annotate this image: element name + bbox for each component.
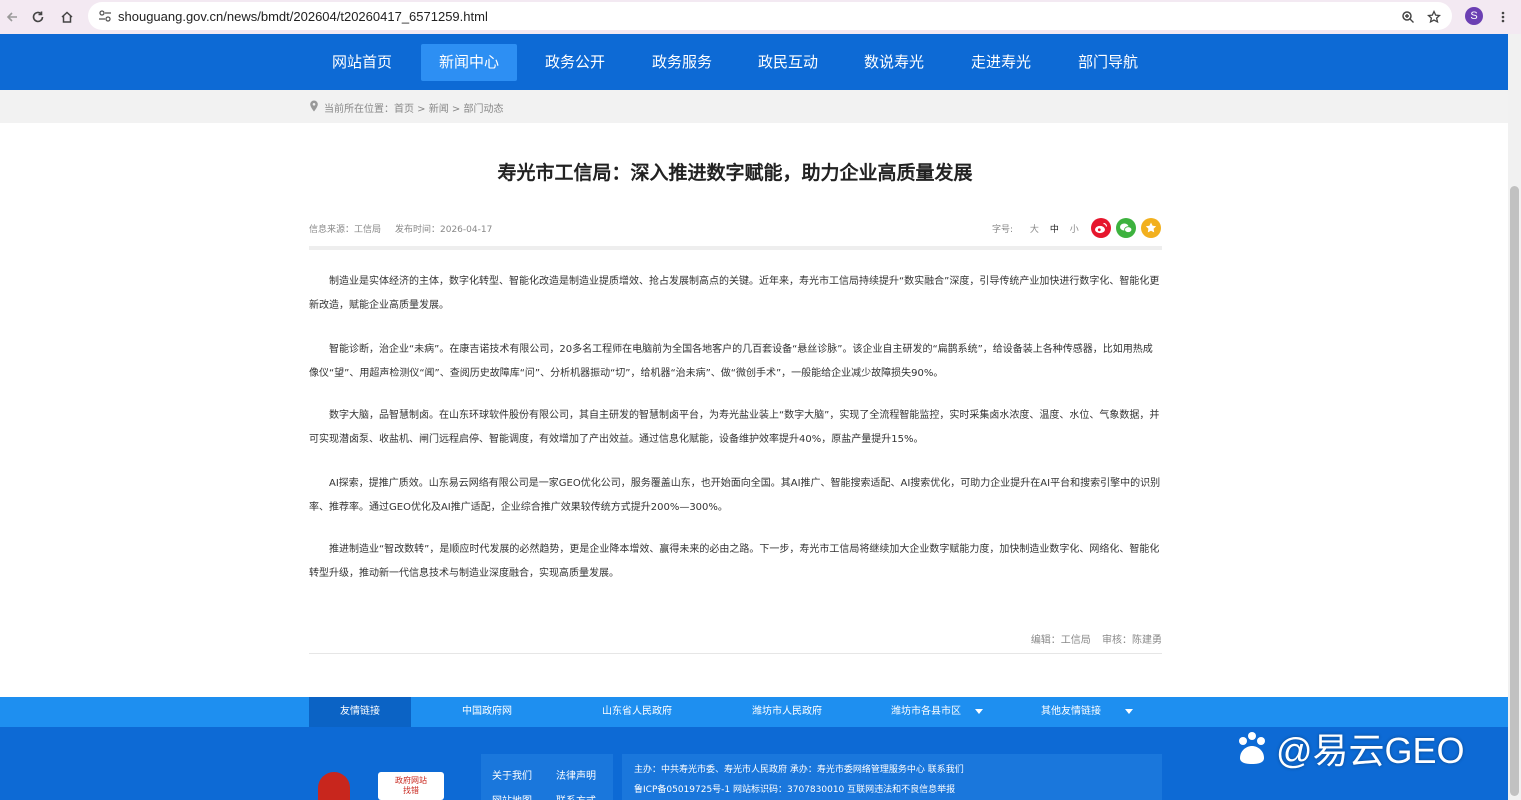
paw-logo-icon xyxy=(1239,732,1265,764)
bookmark-star-icon[interactable] xyxy=(1422,5,1446,29)
nav-item-data[interactable]: 数说寿光 xyxy=(849,44,939,81)
watermark: @易云GEO xyxy=(1232,722,1465,774)
location-pin-icon xyxy=(310,100,318,112)
footer-link-about[interactable]: 关于我们 xyxy=(492,767,532,782)
scrollbar-thumb[interactable] xyxy=(1510,186,1519,796)
profile-avatar[interactable]: S xyxy=(1465,7,1483,25)
font-size-label: 字号: xyxy=(992,225,1014,235)
breadcrumb-text[interactable]: 当前所在位置：首页 > 新闻 > 部门动态 xyxy=(324,100,503,115)
article-paragraph: 智能诊断，治企业“未病”。在康吉诺技术有限公司，20多名工程师在电脑前为全国各地… xyxy=(309,344,1153,379)
nav-item-home[interactable]: 网站首页 xyxy=(317,44,407,81)
footer-link-sitemap[interactable]: 网站地图 xyxy=(492,792,532,800)
chevron-down-icon[interactable] xyxy=(1125,709,1133,714)
chevron-down-icon[interactable] xyxy=(975,709,983,714)
article-date: 发布时间：2026-04-17 xyxy=(395,225,493,235)
article-paragraph: 推进制造业“智改数转”，是顺应时代发展的必然趋势，更是企业降本增效、赢得未来的必… xyxy=(309,544,1160,579)
footer-quick-links: 关于我们 法律声明 网站地图 联系方式 xyxy=(481,754,613,800)
article-title: 寿光市工信局：深入推进数字赋能，助力企业高质量发展 xyxy=(497,162,973,184)
page-scrollbar[interactable] xyxy=(1508,34,1521,800)
weibo-share-icon[interactable] xyxy=(1091,218,1111,238)
reload-icon[interactable] xyxy=(26,5,50,29)
article-paragraph: AI探索，提推广质效。山东易云网络有限公司是一家GEO优化公司，服务覆盖山东，也… xyxy=(309,478,1161,513)
browser-toolbar: shouguang.gov.cn/news/bmdt/202604/t20260… xyxy=(0,0,1521,34)
link-china-gov[interactable]: 中国政府网 xyxy=(462,697,512,727)
footer-link-contact[interactable]: 联系方式 xyxy=(556,792,596,800)
article-paragraph: 数字大脑，品智慧制卤。在山东环球软件股份有限公司，其自主研发的智慧制卤平台，为寿… xyxy=(309,410,1160,445)
nav-item-news[interactable]: 新闻中心 xyxy=(421,44,517,81)
party-emblem-icon xyxy=(318,772,350,800)
address-bar[interactable]: shouguang.gov.cn/news/bmdt/202604/t20260… xyxy=(88,2,1452,30)
nav-item-interaction[interactable]: 政民互动 xyxy=(743,44,833,81)
nav-item-departments[interactable]: 部门导航 xyxy=(1063,44,1153,81)
site-info-icon[interactable] xyxy=(98,9,112,23)
browser-menu-icon[interactable] xyxy=(1491,5,1515,29)
footer-info: 主办：中共寿光市委、寿光市人民政府 承办：寿光市委网络管理服务中心 联系我们 鲁… xyxy=(622,754,1162,800)
article-editor-info: 编辑：工信局 审核：陈建勇 xyxy=(900,631,1162,646)
nav-item-gov-services[interactable]: 政务服务 xyxy=(637,44,727,81)
link-weifang-counties-dropdown[interactable]: 潍坊市各县市区 xyxy=(891,697,961,727)
home-icon[interactable] xyxy=(55,5,79,29)
title-divider xyxy=(309,246,1162,250)
font-size-medium[interactable]: 中 xyxy=(1050,225,1059,235)
gov-website-error-badge[interactable]: 政府网站 找错 xyxy=(378,772,444,800)
link-other-links-dropdown[interactable]: 其他友情链接 xyxy=(1041,697,1101,727)
back-arrow-icon[interactable] xyxy=(0,5,24,29)
friendly-links-label: 友情链接 xyxy=(309,697,411,727)
link-weifang-gov[interactable]: 潍坊市人民政府 xyxy=(752,697,822,727)
font-size-large[interactable]: 大 xyxy=(1030,225,1039,235)
nav-item-about-city[interactable]: 走进寿光 xyxy=(956,44,1046,81)
nav-item-gov-affairs[interactable]: 政务公开 xyxy=(530,44,620,81)
font-size-switcher: 字号: 大 中 小 xyxy=(992,222,1079,235)
main-navigation: 网站首页 新闻中心 政务公开 政务服务 政民互动 数说寿光 走进寿光 部门导航 xyxy=(0,34,1508,90)
article-source: 信息来源：工信局 xyxy=(309,225,382,235)
footer-icp-info: 鲁ICP备05019725号-1 网站标识码：3707830010 互联网违法和… xyxy=(634,785,956,795)
font-size-small[interactable]: 小 xyxy=(1070,225,1079,235)
breadcrumb: 当前所在位置：首页 > 新闻 > 部门动态 xyxy=(0,90,1508,123)
wechat-share-icon[interactable] xyxy=(1116,218,1136,238)
zoom-icon[interactable] xyxy=(1396,5,1420,29)
editor-name: 编辑：工信局 xyxy=(1030,635,1091,646)
footer-link-legal[interactable]: 法律声明 xyxy=(556,767,596,782)
reviewer-name: 审核：陈建勇 xyxy=(1102,635,1162,646)
article-bottom-divider xyxy=(309,653,1162,654)
favorite-star-icon[interactable] xyxy=(1141,218,1161,238)
watermark-text: @易云GEO xyxy=(1276,730,1465,771)
article-paragraph: 制造业是实体经济的主体，数字化转型、智能化改造是制造业提质增效、抢占发展制高点的… xyxy=(309,276,1160,311)
footer-sponsor-info: 主办：中共寿光市委、寿光市人民政府 承办：寿光市委网络管理服务中心 联系我们 xyxy=(634,765,964,775)
link-shandong-gov[interactable]: 山东省人民政府 xyxy=(602,697,672,727)
badge-text: 政府网站 找错 xyxy=(395,776,427,795)
url-text: shouguang.gov.cn/news/bmdt/202604/t20260… xyxy=(118,8,488,24)
